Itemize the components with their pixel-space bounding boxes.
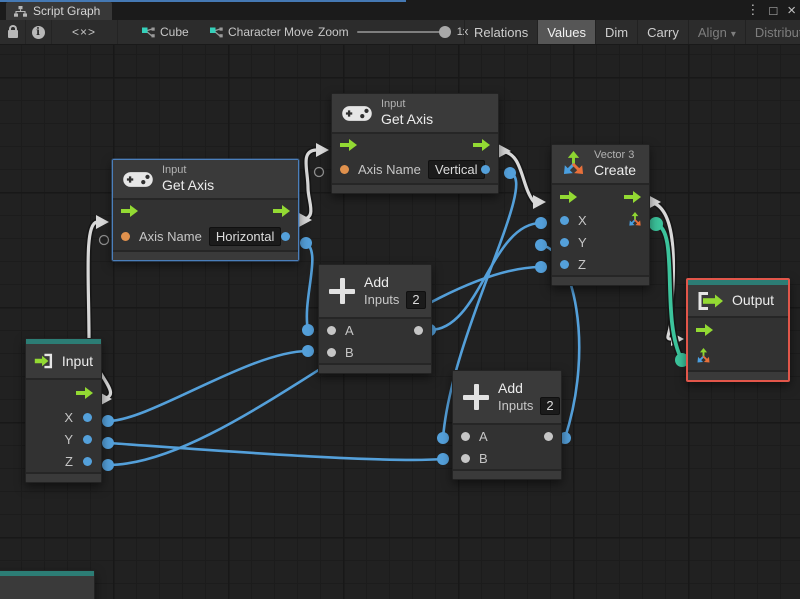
gamepad-icon	[342, 105, 372, 121]
port-label: X	[64, 409, 73, 425]
y-port[interactable]	[83, 434, 92, 444]
node-category: Input	[162, 164, 187, 176]
control-output-port[interactable]	[624, 191, 641, 203]
y-port[interactable]	[560, 237, 569, 247]
node-partial-bottom-left[interactable]	[0, 570, 95, 599]
port-label: X	[578, 212, 587, 228]
port-label: B	[345, 344, 354, 360]
port-label: Y	[578, 234, 587, 250]
wire-input-y-to-add2-b	[107, 441, 444, 462]
node-footer	[113, 250, 298, 260]
ghost-port-ring	[98, 234, 110, 246]
node-category: Input	[381, 98, 406, 110]
inputs-label: Inputs	[498, 398, 534, 413]
x-port[interactable]	[560, 215, 569, 225]
control-input-port[interactable]	[121, 205, 138, 217]
sum-port[interactable]	[544, 431, 553, 441]
node-footer	[319, 363, 431, 373]
node-graph-output[interactable]: Output	[686, 278, 790, 382]
node-footer	[552, 275, 649, 285]
node-title: Add	[498, 379, 523, 396]
node-title: Output	[732, 292, 775, 308]
node-title: Get Axis	[381, 111, 434, 127]
node-footer	[332, 183, 498, 193]
port-label: Y	[64, 431, 73, 447]
input-b-port[interactable]	[327, 347, 336, 357]
vector3-icon	[560, 151, 587, 178]
control-output-port[interactable]	[473, 139, 490, 151]
control-output-port[interactable]	[273, 205, 290, 217]
axis-name-field[interactable]: Vertical	[427, 160, 485, 179]
control-input-port[interactable]	[340, 139, 357, 151]
node-footer	[688, 370, 788, 380]
node-vector3-create[interactable]: Vector 3 Create X Y Z	[551, 144, 650, 286]
node-title: Get Axis	[162, 177, 215, 193]
port-label: B	[479, 450, 488, 466]
gamepad-icon	[123, 171, 153, 187]
port-label: A	[479, 428, 488, 444]
plus-icon	[463, 384, 489, 410]
axis-name-port[interactable]	[121, 231, 130, 241]
output-bracket-icon	[698, 291, 723, 310]
node-add-2[interactable]: Add Inputs 2 A B	[452, 370, 562, 480]
inputs-label: Inputs	[364, 292, 400, 307]
sum-port[interactable]	[414, 325, 423, 335]
input-b-port[interactable]	[461, 453, 470, 463]
control-input-port[interactable]	[696, 324, 713, 336]
node-graph-input[interactable]: Input X Y Z	[25, 338, 102, 483]
node-add-1[interactable]: Add Inputs 2 A B	[318, 264, 432, 374]
z-port[interactable]	[83, 456, 92, 466]
inputs-count-field[interactable]: 2	[406, 290, 426, 309]
node-category: Vector 3	[594, 149, 635, 161]
wire-getaxis-horizontal-to-add1-a	[305, 241, 314, 331]
node-get-axis-vertical[interactable]: Input Get Axis Axis Name Vertical	[331, 93, 499, 194]
node-title: Create	[594, 162, 637, 178]
wire-vector3-to-output-value[interactable]	[649, 217, 689, 367]
port-label: A	[345, 322, 354, 338]
wire-input-x-to-add1-b	[107, 349, 309, 423]
node-title: Add	[364, 273, 389, 290]
ghost-port-ring	[313, 166, 325, 178]
axis-name-port[interactable]	[340, 165, 349, 174]
inputs-count-field[interactable]: 2	[540, 396, 560, 415]
control-input-port[interactable]	[560, 191, 577, 203]
vector3-value-port[interactable]	[695, 348, 712, 365]
input-a-port[interactable]	[327, 325, 336, 335]
port-label: Axis Name	[358, 162, 421, 177]
node-footer	[26, 472, 101, 482]
result-port[interactable]	[281, 231, 290, 241]
plus-icon	[329, 278, 355, 304]
port-label: Axis Name	[139, 228, 202, 244]
x-port[interactable]	[83, 412, 92, 422]
port-label: Z	[65, 453, 73, 469]
input-a-port[interactable]	[461, 431, 470, 441]
input-bracket-icon	[34, 353, 53, 369]
script-graph-window: Script Graph ⋮ □ × i <×> Cube Character …	[0, 0, 800, 599]
wire-getaxis-horizontal-to-getaxis-vertical[interactable]	[299, 143, 329, 227]
node-get-axis-horizontal[interactable]: Input Get Axis Axis Name Horizontal	[112, 159, 299, 261]
control-output-port[interactable]	[76, 387, 93, 399]
node-title: Input	[61, 352, 93, 369]
node-footer	[453, 469, 561, 479]
z-port[interactable]	[560, 259, 569, 269]
wire-add1-to-vector3-x	[429, 221, 542, 332]
axis-name-field[interactable]: Horizontal	[208, 226, 282, 246]
vector3-result-port[interactable]	[627, 212, 643, 228]
port-label: Z	[578, 256, 586, 272]
result-port[interactable]	[481, 165, 490, 174]
